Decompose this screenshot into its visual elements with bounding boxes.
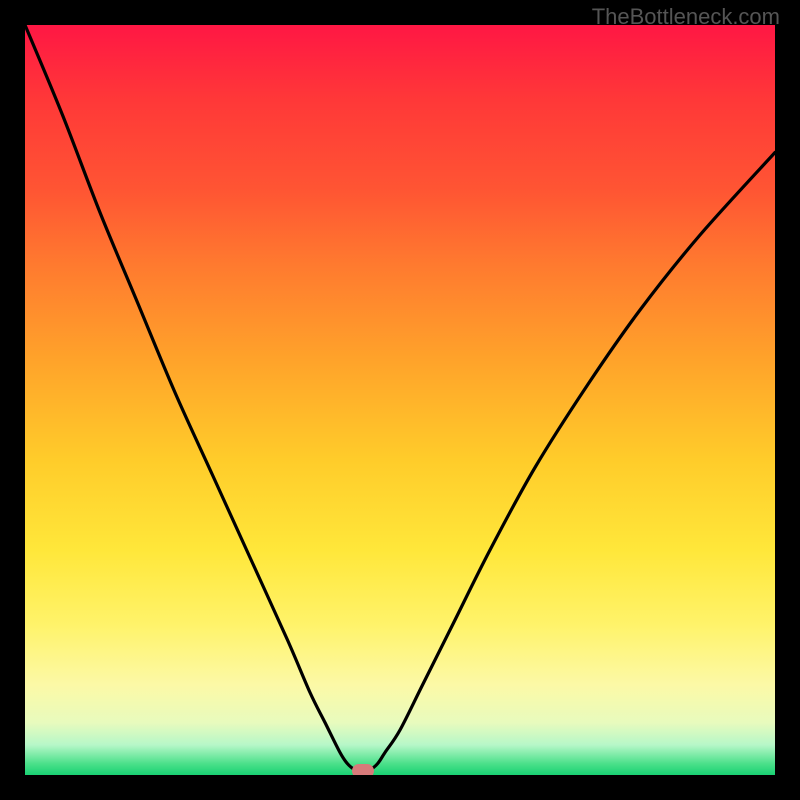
chart-svg — [25, 25, 775, 775]
optimal-point-marker — [352, 764, 374, 775]
watermark-text: TheBottleneck.com — [592, 4, 780, 30]
plot-area — [25, 25, 775, 775]
bottleneck-curve — [25, 25, 775, 771]
